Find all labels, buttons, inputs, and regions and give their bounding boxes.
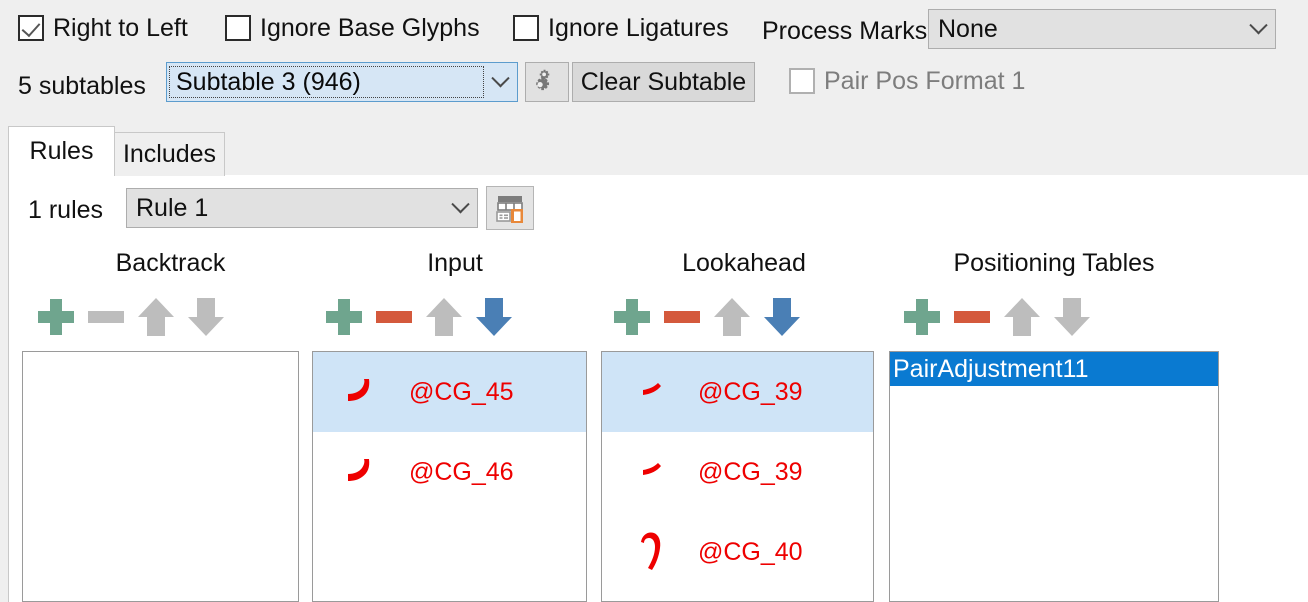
column-title-input: Input <box>427 249 483 277</box>
tab-rules[interactable]: Rules <box>8 126 115 176</box>
move-input-down-button[interactable] <box>469 293 519 341</box>
pair-pos-format-checkbox: Pair Pos Format 1 <box>789 64 1025 98</box>
process-marks-value: None <box>938 14 998 43</box>
backtrack-list[interactable] <box>22 351 299 602</box>
arabic-dash-glyph <box>602 449 698 495</box>
move-lookahead-down-button[interactable] <box>757 293 807 341</box>
table-document-icon <box>496 196 523 223</box>
checkbox-box-disabled-icon <box>789 68 815 94</box>
options-toolbar: Right to Left Ignore Base Glyphs Ignore … <box>0 0 1308 117</box>
add-lookahead-button[interactable] <box>607 293 657 341</box>
plus-icon <box>614 299 650 335</box>
positioning-tables-toolbar <box>897 293 1097 341</box>
list-item[interactable]: PairAdjustment11 <box>890 352 1218 386</box>
tab-rules-label: Rules <box>29 137 94 165</box>
list-item[interactable]: @CG_39 <box>602 432 873 512</box>
backtrack-toolbar <box>31 293 231 341</box>
process-marks-dropdown[interactable]: None <box>928 9 1276 49</box>
list-item-label: @CG_39 <box>698 457 803 486</box>
right-to-left-checkbox[interactable]: Right to Left <box>18 11 188 45</box>
arrow-up-icon <box>1004 298 1040 336</box>
subtable-settings-button[interactable] <box>525 62 569 102</box>
clear-subtable-label: Clear Subtable <box>580 67 747 96</box>
minus-icon <box>954 311 990 323</box>
add-input-button[interactable] <box>319 293 369 341</box>
move-backtrack-up-button <box>131 293 181 341</box>
minus-icon <box>88 311 124 323</box>
rules-count-label: 1 rules <box>28 196 104 224</box>
arrow-down-icon <box>476 298 512 336</box>
list-item-label: @CG_46 <box>409 457 514 486</box>
process-marks-label: Process Marks: <box>762 17 935 45</box>
list-item-label: @CG_45 <box>409 377 514 406</box>
list-item-label: PairAdjustment11 <box>893 354 1089 383</box>
list-item[interactable]: @CG_45 <box>313 352 586 432</box>
gears-icon <box>536 69 550 91</box>
plus-icon <box>326 299 362 335</box>
tab-includes-label: Includes <box>122 140 217 168</box>
list-item[interactable]: @CG_46 <box>313 432 586 512</box>
ignore-base-glyphs-checkbox[interactable]: Ignore Base Glyphs <box>225 11 480 45</box>
rule-dropdown[interactable]: Rule 1 <box>126 188 478 228</box>
tab-includes[interactable]: Includes <box>114 132 225 176</box>
right-to-left-label: Right to Left <box>53 13 188 42</box>
arrow-up-icon <box>714 298 750 336</box>
move-positioning-up-button <box>997 293 1047 341</box>
remove-lookahead-button[interactable] <box>657 293 707 341</box>
rules-tab-panel: 1 rules Rule 1 Backtrack Input Lookahead… <box>8 175 1308 602</box>
input-list[interactable]: @CG_45 @CG_46 <box>312 351 587 602</box>
list-item-label: @CG_40 <box>698 537 803 566</box>
arrow-down-icon <box>1054 298 1090 336</box>
arabic-reh-glyph <box>313 369 409 415</box>
arrow-up-icon <box>426 298 462 336</box>
chevron-down-icon <box>1241 15 1275 36</box>
checkbox-box-icon <box>225 15 251 41</box>
remove-positioning-button[interactable] <box>947 293 997 341</box>
rule-value: Rule 1 <box>136 193 209 222</box>
pair-pos-format-label: Pair Pos Format 1 <box>824 66 1026 95</box>
remove-backtrack-button <box>81 293 131 341</box>
move-input-up-button <box>419 293 469 341</box>
rule-table-view-button[interactable] <box>486 186 534 230</box>
plus-icon <box>904 299 940 335</box>
column-title-backtrack: Backtrack <box>115 249 226 277</box>
tab-strip: Rules Includes <box>0 126 1308 176</box>
column-title-lookahead: Lookahead <box>682 249 806 277</box>
add-backtrack-button[interactable] <box>31 293 81 341</box>
plus-icon <box>38 299 74 335</box>
move-positioning-down-button <box>1047 293 1097 341</box>
checkbox-box-checked-icon <box>18 15 44 41</box>
checkbox-box-icon <box>513 15 539 41</box>
ignore-ligatures-checkbox[interactable]: Ignore Ligatures <box>513 11 729 45</box>
input-toolbar <box>319 293 519 341</box>
move-backtrack-down-button <box>181 293 231 341</box>
add-positioning-button[interactable] <box>897 293 947 341</box>
arabic-dash-glyph <box>602 369 698 415</box>
remove-input-button[interactable] <box>369 293 419 341</box>
chevron-down-icon <box>483 68 517 89</box>
lookahead-list[interactable]: @CG_39 @CG_39 @CG_40 <box>601 351 874 602</box>
move-lookahead-up-button <box>707 293 757 341</box>
arrow-down-icon <box>764 298 800 336</box>
ignore-base-glyphs-label: Ignore Base Glyphs <box>260 13 480 42</box>
minus-icon <box>664 311 700 323</box>
list-item[interactable]: @CG_39 <box>602 352 873 432</box>
minus-icon <box>376 311 412 323</box>
list-item[interactable]: @CG_40 <box>602 512 873 592</box>
chevron-down-icon <box>443 194 477 215</box>
subtable-dropdown[interactable]: Subtable 3 (946) <box>166 62 518 102</box>
ignore-ligatures-label: Ignore Ligatures <box>548 13 729 42</box>
clear-subtable-button[interactable]: Clear Subtable <box>572 62 755 102</box>
subtable-value: Subtable 3 (946) <box>169 66 484 98</box>
subtable-count-label: 5 subtables <box>18 72 146 100</box>
arabic-reh-glyph <box>313 449 409 495</box>
list-item-label: @CG_39 <box>698 377 803 406</box>
arrow-up-icon <box>138 298 174 336</box>
column-title-positioning-tables: Positioning Tables <box>953 249 1155 277</box>
arabic-hook-glyph <box>602 526 698 578</box>
positioning-tables-list[interactable]: PairAdjustment11 <box>889 351 1219 602</box>
arrow-down-icon <box>188 298 224 336</box>
lookahead-toolbar <box>607 293 807 341</box>
